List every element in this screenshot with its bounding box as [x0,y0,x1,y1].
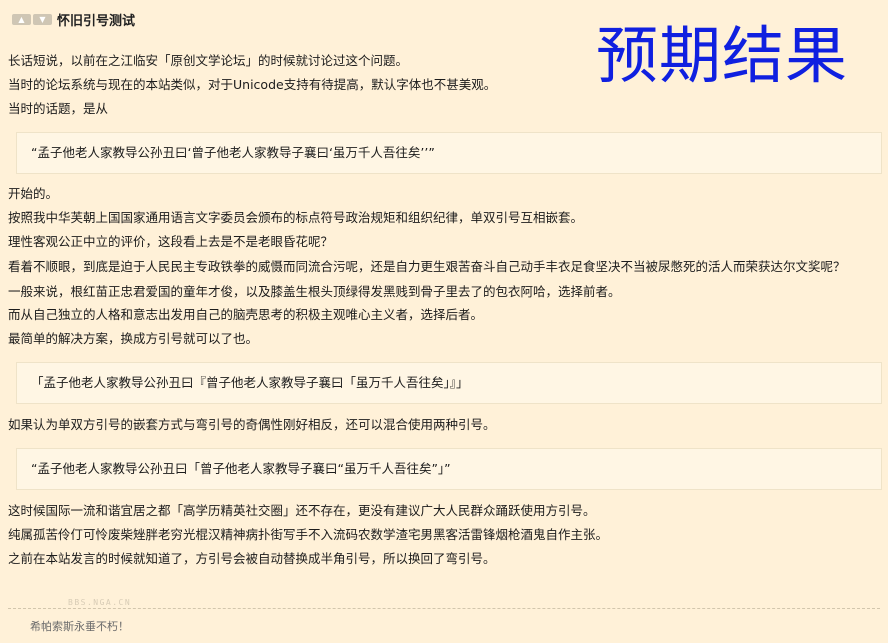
thumb-up-icon[interactable]: ▲ [12,13,31,25]
user-signature: 希帕索斯永垂不朽！ [30,620,129,633]
post-title: 怀旧引号测试 [57,13,136,29]
post-text-line: 开始的。 [8,186,59,201]
quote-block: 「孟子他老人家教导公孙丑曰『曾子他老人家教导子襄曰「虽万千人吾往矣」』」 [16,362,882,404]
post-text-line: 长话短说，以前在之江临安「原创文学论坛」的时候就讨论过这个问题。 [8,53,409,68]
site-watermark: BBS.NGA.CN [68,598,132,607]
post-text-line: 一般来说，根红苗正忠君爱国的童年才俊，以及膝盖生根头顶绿得发黑贱到骨子里去了的包… [8,284,621,299]
post-text-line: 这时候国际一流和谐宜居之都「高学历精英社交圈」还不存在，更没有建议广大人民群众踊… [8,503,596,518]
post-text-line: 当时的话题，是从 [8,101,109,116]
post-text-line: 最简单的解决方案，换成方引号就可以了也。 [8,331,259,346]
post-text-line: 看着不顺眼，到底是迫于人民民主专政铁拳的威慑而同流合污呢，还是自力更生艰苦奋斗自… [8,259,846,274]
quote-text: “孟子他老人家教导公孙丑曰‘曾子他老人家教导子襄曰‘虽万千人吾往矣’’” [31,145,435,160]
post-text-line: 按照我中华芙朝上国国家通用语言文字委员会颁布的标点符号政治规矩和组织纪律，单双引… [8,210,584,225]
post-text-line: 纯属孤苦伶仃可怜废柴矬胖老穷光棍汉精神病扑街写手不入流码农数学渣宅男黑客活雷锋烟… [8,527,609,542]
quote-text: “孟子他老人家教导公孙丑曰「曾子他老人家教导子襄曰“虽万千人吾往矣”」” [31,461,451,476]
quote-block: “孟子他老人家教导公孙丑曰‘曾子他老人家教导子襄曰‘虽万千人吾往矣’’” [16,132,882,174]
thumb-down-icon[interactable]: ▼ [33,13,52,25]
expected-result-overlay: 预期结果 [596,19,849,92]
post-text-line: 而从自己独立的人格和意志出发用自己的脑壳思考的积极主观唯心主义者，选择后者。 [8,307,484,322]
post-text-line: 当时的论坛系统与现在的本站类似，对于Unicode支持有待提高，默认字体也不甚美… [8,77,497,92]
post-text-line: 如果认为单双方引号的嵌套方式与弯引号的奇偶性刚好相反，还可以混合使用两种引号。 [8,417,496,432]
forum-post: ▲ ▼ 怀旧引号测试 预期结果 长话短说，以前在之江临安「原创文学论坛」的时候就… [0,0,888,643]
signature-divider [8,608,880,609]
quote-text: 「孟子他老人家教导公孙丑曰『曾子他老人家教导子襄曰「虽万千人吾往矣」』」 [31,375,469,390]
post-text-line: 之前在本站发言的时候就知道了，方引号会被自动替换成半角引号，所以换回了弯引号。 [8,551,496,566]
post-header: ▲ ▼ 怀旧引号测试 [12,9,135,29]
quote-block: “孟子他老人家教导公孙丑曰「曾子他老人家教导子襄曰“虽万千人吾往矣”」” [16,448,882,490]
vote-buttons: ▲ ▼ [12,13,52,25]
post-text-line: 理性客观公正中立的评价，这段看上去是不是老眼昏花呢？ [8,234,334,249]
